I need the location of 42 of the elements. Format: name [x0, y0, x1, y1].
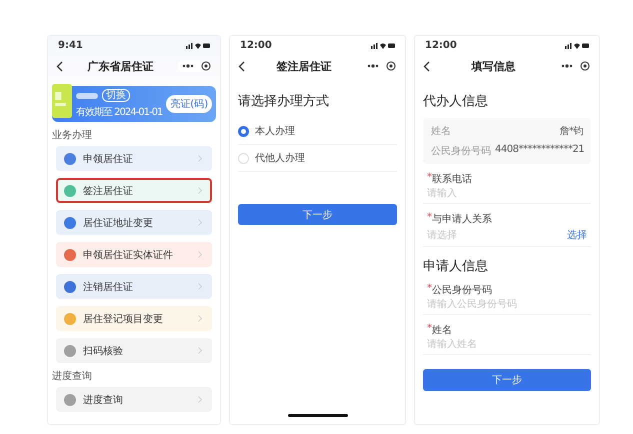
page-title: 签注居住证: [276, 58, 332, 74]
input-field[interactable]: 请输入公民身份号码: [427, 299, 587, 310]
required-mark: *: [427, 212, 432, 225]
status-time: 12:00: [425, 40, 457, 50]
input-field[interactable]: 请选择: [427, 230, 567, 240]
show-permit-button[interactable]: 亮证(码): [166, 95, 212, 113]
option-label[interactable]: 代他人办理: [255, 151, 305, 165]
service-item[interactable]: 申领居住证: [56, 146, 212, 171]
service-item[interactable]: 扫码核验: [56, 338, 212, 363]
service-item[interactable]: 申领居住证实体证件: [56, 242, 212, 267]
field-label: 姓名: [432, 324, 452, 337]
select-link[interactable]: 选择: [567, 228, 587, 242]
page-title: 广东省居住证: [88, 58, 154, 74]
section-heading: 申请人信息: [423, 258, 489, 275]
status-time: 12:00: [240, 40, 272, 50]
option-label[interactable]: 本人办理: [255, 124, 295, 138]
required-mark: *: [427, 172, 432, 185]
question-heading: 请选择办理方式: [238, 93, 330, 110]
required-mark: *: [427, 283, 432, 296]
info-value: 詹*钧: [560, 125, 583, 138]
section-label: 进度查询: [52, 370, 93, 383]
required-mark: *: [427, 323, 432, 336]
field-label: 公民身份号码: [432, 284, 492, 297]
info-label: 姓名: [431, 125, 451, 138]
input-field[interactable]: 请输入: [427, 188, 587, 199]
validity-text: 有效期至 2024-01-01: [76, 106, 162, 119]
page-title: 填写信息: [472, 58, 516, 74]
service-item[interactable]: 注销居住证: [56, 274, 212, 299]
field-label: 联系电话: [432, 172, 472, 186]
info-value: 4408************21: [495, 144, 584, 157]
service-item[interactable]: 居住证地址变更: [56, 210, 212, 235]
service-item[interactable]: 签注居住证: [56, 178, 212, 203]
next-button[interactable]: 下一步: [423, 369, 591, 391]
field-label: 与申请人关系: [432, 212, 492, 226]
status-time: 9:41: [58, 40, 83, 50]
section-label: 业务办理: [52, 128, 93, 142]
info-label: 公民身份号码: [431, 145, 491, 158]
service-item[interactable]: 居住登记项目变更: [56, 306, 212, 331]
input-field[interactable]: 请输入姓名: [427, 339, 587, 350]
service-item[interactable]: 进度查询: [56, 387, 212, 412]
next-button[interactable]: 下一步: [238, 204, 397, 225]
section-heading: 代办人信息: [423, 93, 489, 110]
